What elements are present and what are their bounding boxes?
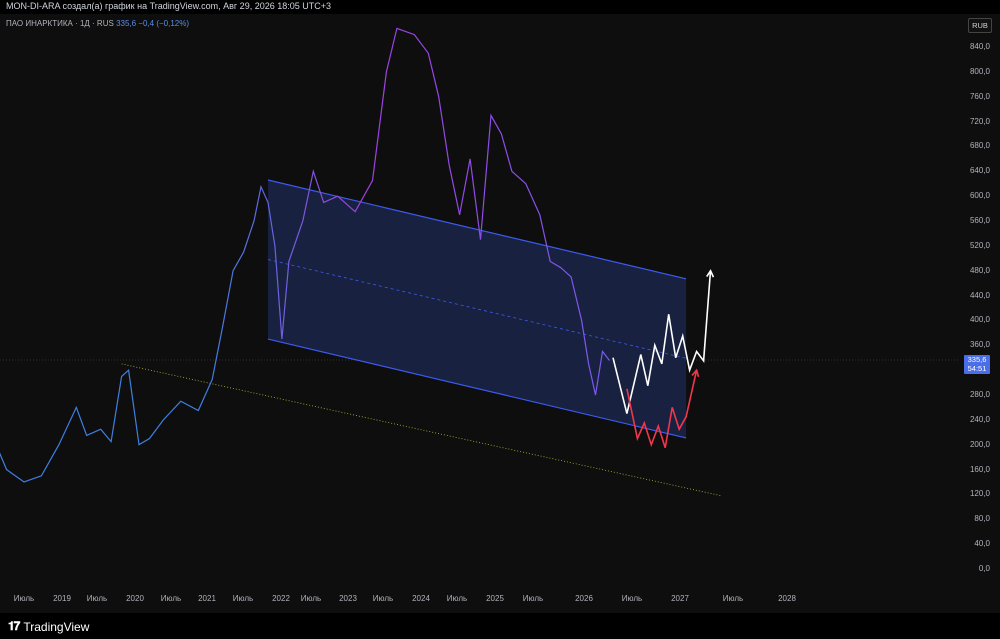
- x-tick-label: Июль: [372, 594, 394, 603]
- bar-countdown: 54:51: [967, 364, 987, 373]
- y-tick-label: 680,0: [969, 141, 990, 151]
- y-tick-label: 800,0: [969, 66, 990, 76]
- x-tick-label: 2028: [778, 594, 796, 603]
- tradingview-brand[interactable]: 𝟏𝟕 TradingView: [8, 619, 89, 634]
- y-tick-label: 240,0: [969, 414, 990, 424]
- y-tick-label: 360,0: [969, 340, 990, 350]
- x-tick-label: Июль: [160, 594, 182, 603]
- current-price-value: 335,6: [967, 355, 987, 364]
- x-tick-label: Июль: [300, 594, 322, 603]
- y-tick-label: 120,0: [969, 489, 990, 499]
- y-tick-label: 560,0: [969, 216, 990, 226]
- x-tick-label: Июль: [621, 594, 643, 603]
- y-tick-label: 400,0: [969, 315, 990, 325]
- x-tick-label: Июль: [86, 594, 108, 603]
- price-chart[interactable]: [0, 0, 1000, 639]
- symbol-label: ПАО ИНАРКТИКА · 1Д · RUS: [6, 19, 114, 28]
- x-tick-label: 2023: [339, 594, 357, 603]
- x-tick-label: 2021: [198, 594, 216, 603]
- current-price-tag: 335,6 54:51: [964, 355, 990, 374]
- y-tick-label: 480,0: [969, 265, 990, 275]
- y-tick-label: 760,0: [969, 91, 990, 101]
- y-tick-label: 0,0: [978, 564, 990, 573]
- symbol-legend: ПАО ИНАРКТИКА · 1Д · RUS 335,6 −0,4 (−0,…: [6, 19, 189, 28]
- x-tick-label: Июль: [446, 594, 468, 603]
- y-tick-label: 520,0: [969, 240, 990, 250]
- y-tick-label: 600,0: [969, 191, 990, 201]
- x-tick-label: Июль: [13, 594, 35, 603]
- x-tick-label: Июль: [522, 594, 544, 603]
- y-tick-label: 160,0: [969, 464, 990, 474]
- x-tick-label: 2026: [575, 594, 593, 603]
- x-tick-label: 2020: [126, 594, 144, 603]
- x-tick-label: Июль: [722, 594, 744, 603]
- y-tick-label: 640,0: [969, 166, 990, 176]
- y-tick-label: 40,0: [974, 539, 990, 549]
- tradingview-logo-icon: 𝟏𝟕: [8, 619, 20, 633]
- y-tick-label: 80,0: [974, 514, 990, 524]
- x-tick-label: 2025: [486, 594, 504, 603]
- y-tick-label: 200,0: [969, 439, 990, 449]
- x-tick-label: 2027: [671, 594, 689, 603]
- brand-name: TradingView: [23, 619, 90, 634]
- x-tick-label: 2019: [53, 594, 71, 603]
- x-tick-label: 2024: [412, 594, 430, 603]
- x-tick-label: Июль: [232, 594, 254, 603]
- y-tick-label: 280,0: [969, 390, 990, 399]
- y-tick-label: 440,0: [969, 290, 990, 300]
- price-axis[interactable]: 840,0 800,0 760,0 720,0 680,0 640,0 600,0 560,0…: [958, 14, 1000, 600]
- y-tick-label: 840,0: [969, 42, 990, 52]
- symbol-values: 335,6 −0,4 (−0,12%): [116, 19, 190, 28]
- x-tick-label: 2022: [272, 594, 290, 603]
- footer-bar: 𝟏𝟕 TradingView: [0, 613, 1000, 639]
- y-tick-label: 720,0: [969, 116, 990, 126]
